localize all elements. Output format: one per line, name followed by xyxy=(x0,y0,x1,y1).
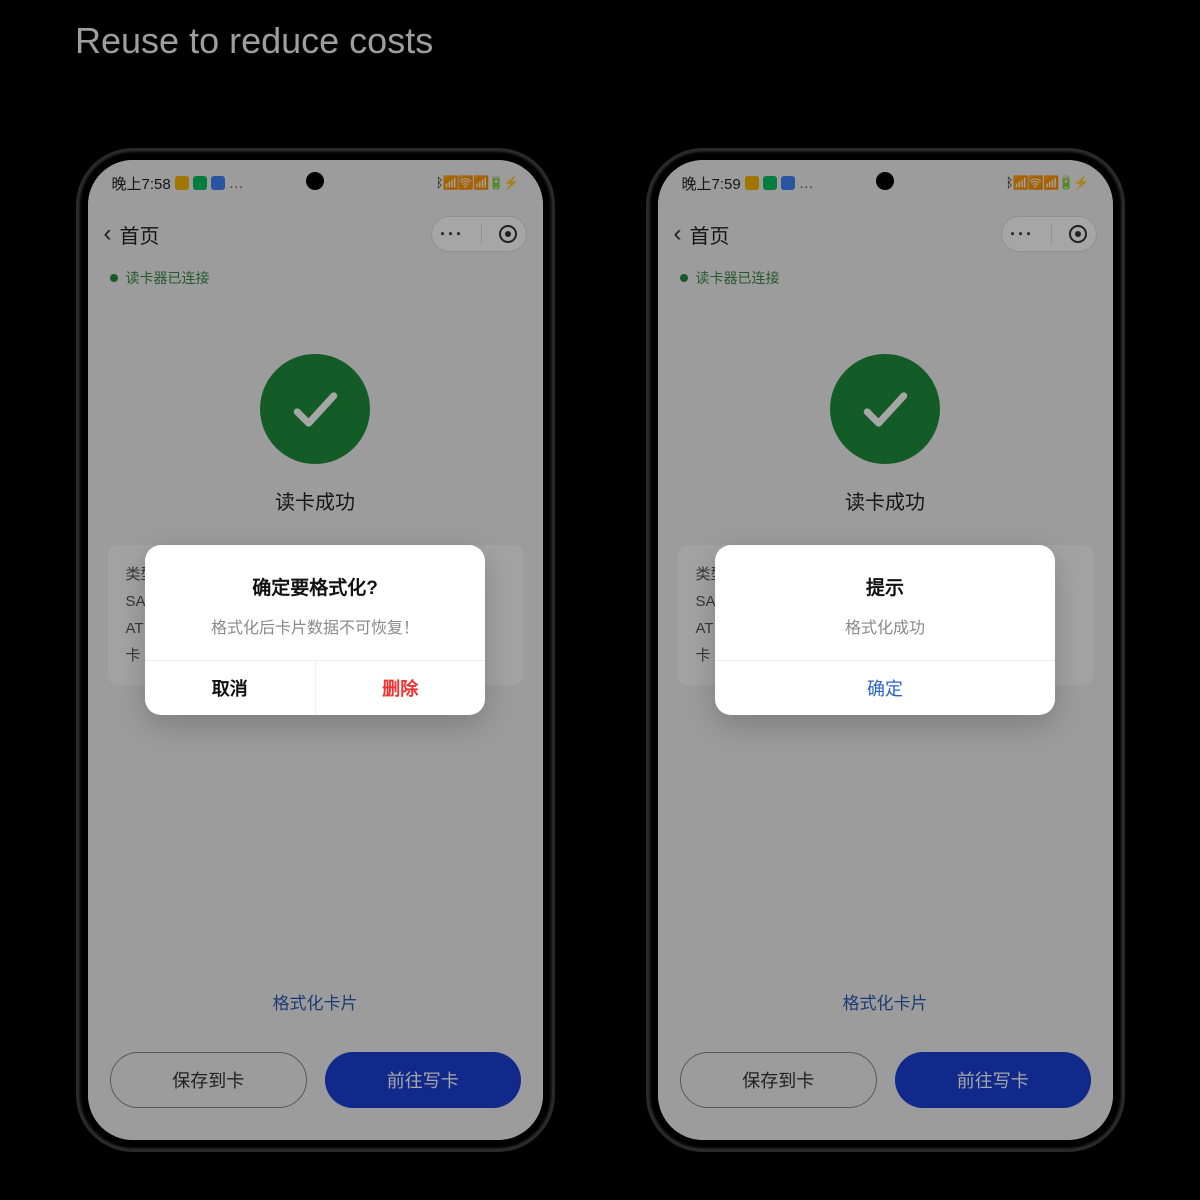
phone-frame: 晚上7:59 … ᛒ📶🛜📶🔋⚡ ‹ 首页 ··· xyxy=(648,150,1123,1150)
confirm-dialog: 确定要格式化? 格式化后卡片数据不可恢复！ 取消 删除 xyxy=(145,545,485,715)
phones-row: 晚上7:58 … ᛒ📶🛜📶🔋⚡ ‹ 首页 ··· xyxy=(0,150,1200,1150)
dialog-cancel-button[interactable]: 取消 xyxy=(145,661,315,715)
camera-hole xyxy=(876,172,894,190)
dialog-ok-button[interactable]: 确定 xyxy=(715,661,1055,715)
dialog-title: 确定要格式化? xyxy=(165,573,465,600)
phone-frame: 晚上7:58 … ᛒ📶🛜📶🔋⚡ ‹ 首页 ··· xyxy=(78,150,553,1150)
dialog-title: 提示 xyxy=(735,573,1035,600)
camera-hole xyxy=(306,172,324,190)
dialog-message: 格式化成功 xyxy=(735,614,1035,638)
phone-screen: 晚上7:59 … ᛒ📶🛜📶🔋⚡ ‹ 首页 ··· xyxy=(658,160,1113,1140)
phone-screen: 晚上7:58 … ᛒ📶🛜📶🔋⚡ ‹ 首页 ··· xyxy=(88,160,543,1140)
page-title: Reuse to reduce costs xyxy=(75,20,433,62)
info-dialog: 提示 格式化成功 确定 xyxy=(715,545,1055,715)
dialog-actions: 取消 删除 xyxy=(145,660,485,715)
dialog-actions: 确定 xyxy=(715,660,1055,715)
dialog-message: 格式化后卡片数据不可恢复！ xyxy=(165,614,465,638)
dialog-delete-button[interactable]: 删除 xyxy=(315,661,486,715)
